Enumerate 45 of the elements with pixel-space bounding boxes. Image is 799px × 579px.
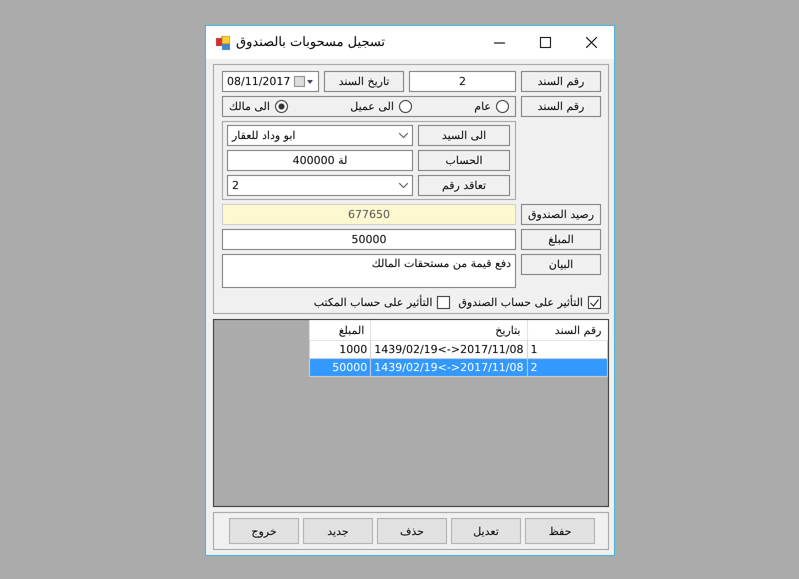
chevron-icon	[399, 133, 408, 138]
voucher-number-field[interactable]: 2	[409, 71, 516, 92]
calendar-icon	[294, 76, 314, 87]
radio-option[interactable]: عام	[474, 100, 509, 113]
close-icon	[586, 37, 596, 48]
party-dropdown[interactable]: 2	[227, 175, 413, 196]
table-cell: 2	[527, 358, 608, 376]
action-button[interactable]: جديد	[303, 518, 373, 544]
amount-label: المبلغ	[521, 229, 601, 250]
radio-button[interactable]	[496, 100, 509, 113]
party-dropdown[interactable]: ابو وداد للعقار	[227, 125, 413, 146]
statement-label: البيان	[521, 254, 601, 275]
chevron-icon	[399, 183, 408, 188]
voucher-number-label: رقم السند	[521, 71, 601, 92]
checkbox-label: التأثير على حساب الصندوق	[458, 296, 583, 309]
balance-label: رصيد الصندوق	[521, 204, 601, 225]
account-field[interactable]: لة 400000	[227, 150, 413, 171]
party-label: الى السيد	[418, 125, 510, 146]
party-label: الحساب	[418, 150, 510, 171]
balance-field: 677650	[222, 204, 516, 225]
party-label: تعاقد رقم	[418, 175, 510, 196]
action-button[interactable]: تعديل	[451, 518, 521, 544]
app-icon	[216, 36, 230, 50]
radio-button[interactable]	[274, 100, 288, 113]
table-cell: 1000	[310, 340, 371, 358]
radio-option[interactable]: الى عميل	[350, 100, 412, 113]
recipient-type-label: رقم السند	[521, 96, 601, 117]
maximize-icon	[540, 37, 550, 48]
action-button[interactable]: حفظ	[525, 518, 595, 544]
radio-option[interactable]: الى مالك	[229, 100, 288, 113]
checkbox-label: التأثير على حساب المكتب	[314, 296, 432, 309]
amount-field[interactable]: 50000	[222, 229, 516, 250]
table-cell: 1	[527, 340, 608, 358]
table-cell: 1439/02/19<->2017/11/08	[370, 358, 527, 376]
table-cell: 50000	[310, 358, 371, 376]
radio-button[interactable]	[398, 100, 412, 113]
checkbox[interactable]	[437, 296, 450, 309]
table-cell: 1439/02/19<->2017/11/08	[370, 340, 527, 358]
window-title: تسجيل مسحوبات بالصندوق	[236, 35, 386, 50]
checkbox[interactable]	[588, 296, 601, 309]
statement-field[interactable]: دفع قيمة من مستحقات المالك	[222, 254, 516, 288]
voucher-date-label: تاريخ السند	[324, 71, 404, 92]
date-picker[interactable]: 08/11/2017	[222, 71, 319, 92]
action-button[interactable]: خروج	[229, 518, 299, 544]
action-button[interactable]: حذف	[377, 518, 447, 544]
